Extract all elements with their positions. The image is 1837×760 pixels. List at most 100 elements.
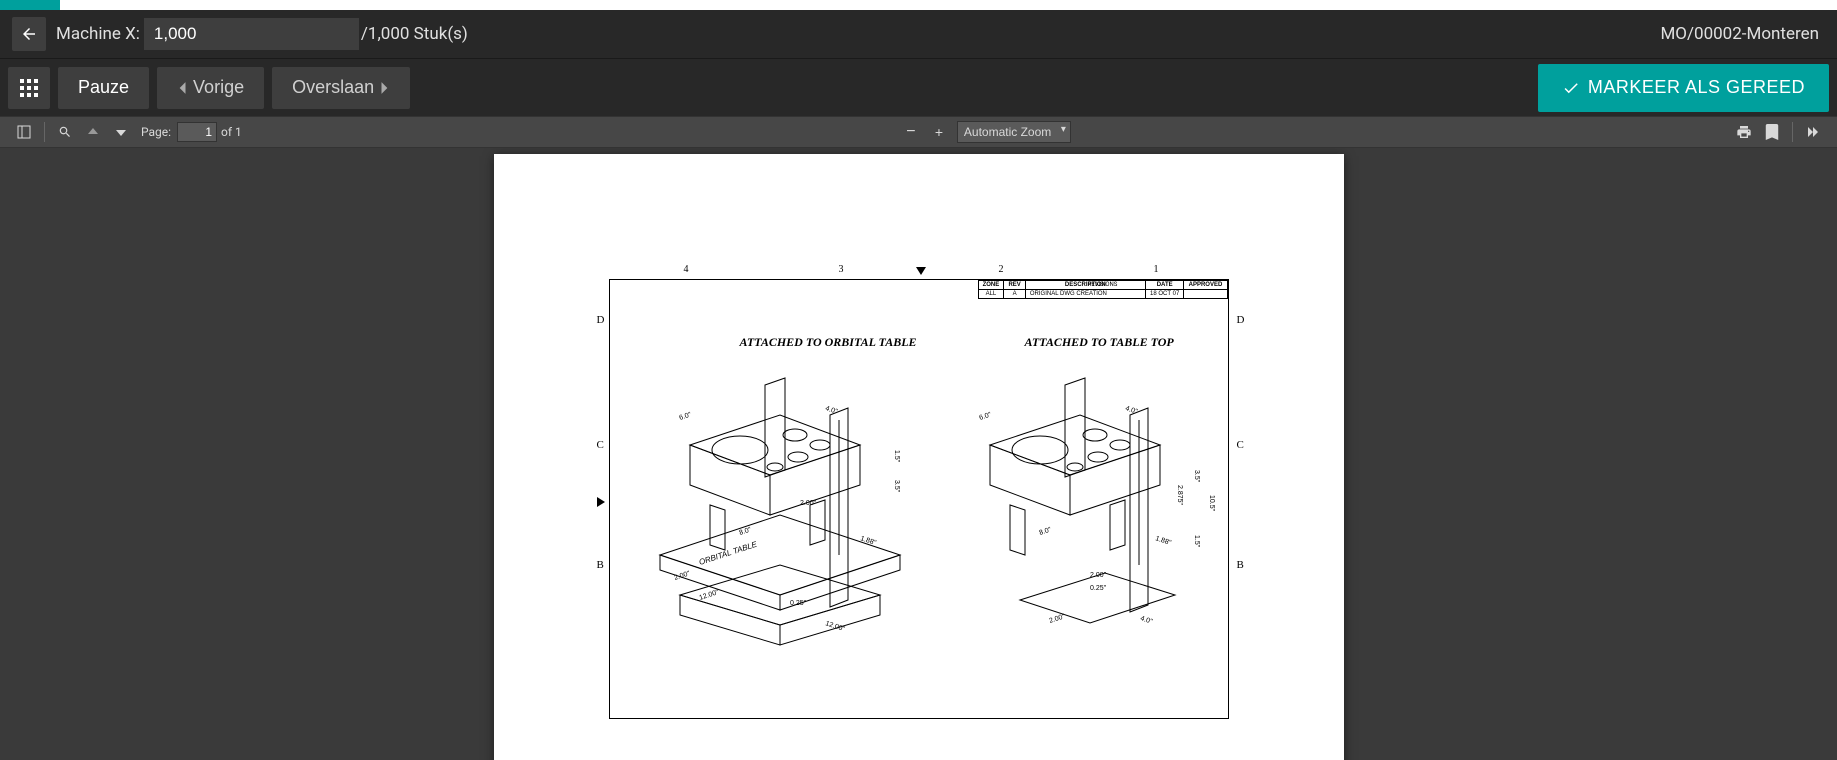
rev-cell xyxy=(1184,290,1227,299)
pdf-toggle-sidebar-button[interactable] xyxy=(10,118,38,146)
machine-label: Machine X: xyxy=(56,24,140,44)
rev-header: DATE xyxy=(1145,281,1184,290)
header-bar: Machine X: /1,000 Stuk(s) MO/00002-Monte… xyxy=(0,10,1837,58)
search-icon xyxy=(58,125,72,139)
rev-header: REV xyxy=(1004,281,1026,290)
plus-icon: + xyxy=(935,124,943,140)
revisions-table: ZONE REV DESCRIPTION DATE APPROVED ALL A… xyxy=(978,280,1228,299)
svg-text:2.00": 2.00" xyxy=(1048,613,1066,625)
svg-text:2.875": 2.875" xyxy=(1176,485,1183,506)
apps-grid-button[interactable] xyxy=(8,67,50,109)
action-bar: Pauze Vorige Overslaan MARKEER ALS GEREE… xyxy=(0,58,1837,116)
ruler-mark: D xyxy=(597,314,605,326)
svg-text:1.88": 1.88" xyxy=(859,535,877,547)
rev-cell: A xyxy=(1004,290,1026,299)
drawing-ruler-top: 4 3 2 1 xyxy=(609,264,1229,279)
svg-text:1.88": 1.88" xyxy=(1154,535,1172,547)
drawing-right-iso: 6.0" 4.0" 8.0" 1.88" 0.25" 2.00" 4.0" 3.… xyxy=(940,355,1230,655)
svg-text:10.5": 10.5" xyxy=(1208,495,1215,512)
rev-header: DESCRIPTION xyxy=(1025,281,1145,290)
ruler-mark: 3 xyxy=(839,264,844,275)
ruler-mark: D xyxy=(1237,314,1245,326)
rev-cell: ORIGINAL DWG CREATION xyxy=(1025,290,1145,299)
previous-label: Vorige xyxy=(193,77,244,98)
svg-text:0.25": 0.25" xyxy=(790,600,807,607)
ruler-mark: B xyxy=(597,559,604,571)
rev-cell: 18 OCT 07 xyxy=(1145,290,1184,299)
svg-text:6.0": 6.0" xyxy=(678,411,692,422)
pdf-viewport[interactable]: 4 3 2 1 D C B D C B REVISIONS ZON xyxy=(0,148,1837,760)
sidebar-icon xyxy=(17,125,31,139)
svg-text:1.5": 1.5" xyxy=(1193,535,1200,548)
svg-text:0.25": 0.25" xyxy=(1090,585,1107,592)
chevron-left-icon xyxy=(177,81,187,95)
svg-text:3.5": 3.5" xyxy=(1193,470,1200,483)
pdf-tools-button[interactable] xyxy=(1799,118,1827,146)
pdf-page-input[interactable] xyxy=(177,122,217,142)
ruler-mark: 1 xyxy=(1154,264,1159,275)
rev-cell: ALL xyxy=(978,290,1004,299)
drawing-title-right: ATTACHED TO TABLE TOP xyxy=(1025,335,1174,350)
mark-done-label: MARKEER ALS GEREED xyxy=(1588,77,1805,98)
minus-icon: − xyxy=(906,123,915,141)
pdf-find-button[interactable] xyxy=(51,118,79,146)
revisions-block: REVISIONS ZONE REV DESCRIPTION DATE APPR… xyxy=(978,280,1228,288)
pdf-zoom-out-button[interactable]: − xyxy=(897,118,925,146)
ruler-center-marker-icon xyxy=(916,267,926,275)
app-top-strip xyxy=(0,0,1837,10)
svg-text:2.00": 2.00" xyxy=(673,570,691,582)
pdf-zoom-in-button[interactable]: + xyxy=(925,118,953,146)
table-row: ALL A ORIGINAL DWG CREATION 18 OCT 07 xyxy=(978,290,1227,299)
previous-button[interactable]: Vorige xyxy=(157,67,264,109)
quantity-suffix: /1,000 Stuk(s) xyxy=(361,24,468,44)
rev-header: ZONE xyxy=(978,281,1004,290)
pdf-zoom-select[interactable]: Automatic Zoom xyxy=(957,121,1071,143)
arrow-up-icon xyxy=(87,126,99,138)
drawing-left-iso: 6.0" 4.0" 2.00" 8.0" 1.88" 0.25" 12.00" … xyxy=(630,355,930,655)
rev-header: APPROVED xyxy=(1184,281,1227,290)
drawing-frame: REVISIONS ZONE REV DESCRIPTION DATE APPR… xyxy=(609,279,1229,719)
drawing-title-left: ATTACHED TO ORBITAL TABLE xyxy=(740,335,917,350)
arrow-left-icon xyxy=(20,25,38,43)
svg-text:ORBITAL TABLE: ORBITAL TABLE xyxy=(697,539,758,566)
svg-text:6.0": 6.0" xyxy=(978,411,992,422)
back-button[interactable] xyxy=(12,17,46,51)
pdf-next-page-button[interactable] xyxy=(107,118,135,146)
svg-text:3.5": 3.5" xyxy=(893,480,900,493)
pdf-toolbar: Page: of 1 − + Automatic Zoom xyxy=(0,116,1837,148)
pdf-page-label: Page: xyxy=(141,125,171,139)
pdf-bookmark-button[interactable] xyxy=(1758,118,1786,146)
pdf-print-button[interactable] xyxy=(1730,118,1758,146)
app-accent xyxy=(0,0,60,10)
svg-text:2.00": 2.00" xyxy=(800,500,817,507)
ruler-mark: C xyxy=(1237,439,1244,451)
svg-text:2.00": 2.00" xyxy=(1090,572,1107,579)
svg-text:8.0": 8.0" xyxy=(1038,526,1052,537)
bookmark-icon xyxy=(1765,124,1779,140)
ruler-mark: 4 xyxy=(684,264,689,275)
ruler-mark: 2 xyxy=(999,264,1004,275)
quantity-input[interactable] xyxy=(144,18,359,50)
svg-text:4.0": 4.0" xyxy=(1139,615,1153,626)
chevron-right-icon xyxy=(380,81,390,95)
drawing-ruler-left: D C B xyxy=(594,279,609,719)
arrow-down-icon xyxy=(115,126,127,138)
drawing-ruler-right: D C B xyxy=(1234,279,1249,719)
skip-label: Overslaan xyxy=(292,77,374,98)
chevron-double-right-icon xyxy=(1806,125,1820,139)
svg-text:12.00": 12.00" xyxy=(698,589,720,602)
mark-done-button[interactable]: MARKEER ALS GEREED xyxy=(1538,64,1829,112)
grid-icon xyxy=(20,79,38,97)
skip-button[interactable]: Overslaan xyxy=(272,67,410,109)
ruler-mark: B xyxy=(1237,559,1244,571)
svg-text:12.00": 12.00" xyxy=(824,620,846,633)
print-icon xyxy=(1736,124,1752,140)
manufacturing-order-label: MO/00002-Monteren xyxy=(1660,24,1819,44)
ruler-mark: C xyxy=(597,439,604,451)
pdf-page-total: of 1 xyxy=(221,125,242,139)
ruler-center-marker-icon xyxy=(597,497,605,507)
pdf-page: 4 3 2 1 D C B D C B REVISIONS ZON xyxy=(494,154,1344,760)
pdf-prev-page-button[interactable] xyxy=(79,118,107,146)
pause-button[interactable]: Pauze xyxy=(58,67,149,109)
svg-text:1.5": 1.5" xyxy=(893,450,900,463)
